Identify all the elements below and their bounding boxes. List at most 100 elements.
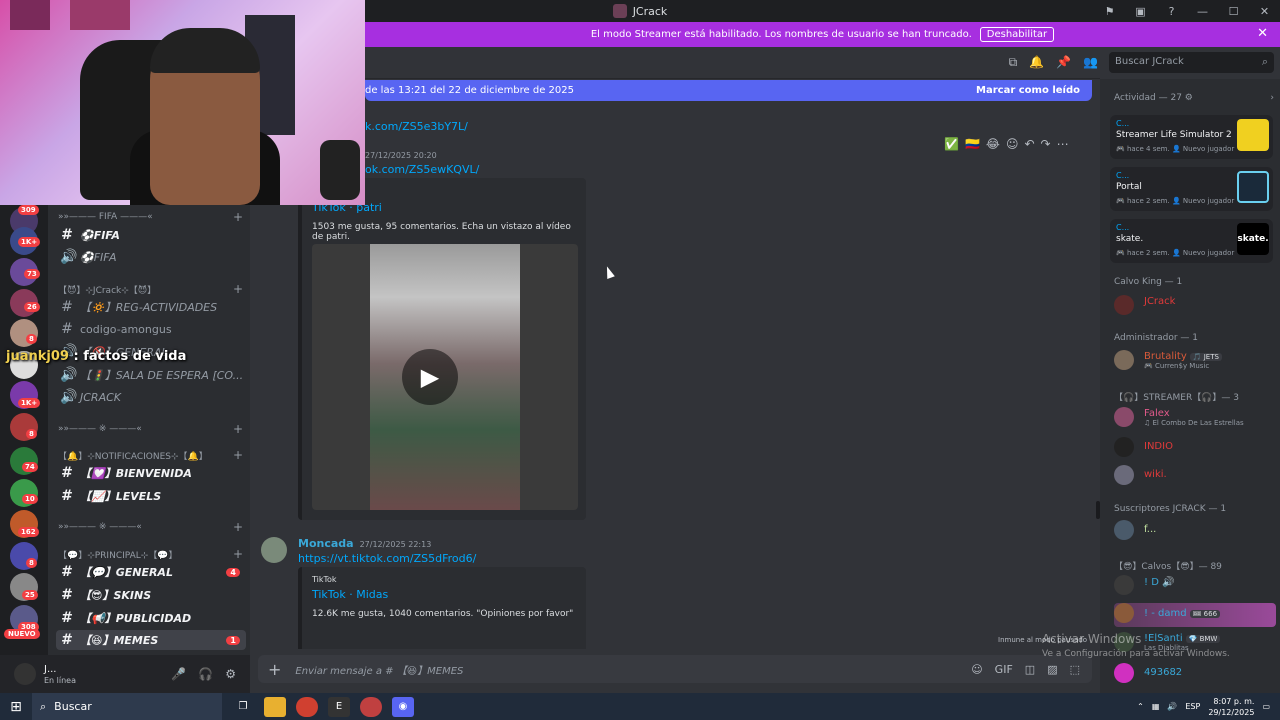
add-channel-icon[interactable]: + bbox=[233, 520, 243, 534]
activity-card[interactable]: C... Portal 🎮 hace 2 sem. 👤 Nuevo jugado… bbox=[1110, 167, 1273, 211]
message-input[interactable]: Enviar mensaje a # 【😆】MEMES bbox=[295, 662, 463, 677]
microphone-icon[interactable]: 🎤 bbox=[171, 667, 186, 681]
windows-start-icon[interactable]: ⊞ bbox=[0, 699, 32, 715]
reaction-check-icon[interactable]: ✅ bbox=[944, 137, 959, 151]
add-channel-icon[interactable]: + bbox=[233, 210, 243, 224]
pin-icon[interactable]: 📌 bbox=[1056, 55, 1071, 70]
channel-item[interactable]: 🔊 JCRACK bbox=[56, 387, 246, 407]
reaction-laugh-icon[interactable]: 😂 bbox=[986, 137, 1000, 151]
category-header[interactable]: 【💬】⊹PRINCIPAL⊹【💬】 + bbox=[58, 547, 243, 561]
minimize-button[interactable]: — bbox=[1187, 0, 1218, 22]
members-icon[interactable]: 👥 bbox=[1083, 55, 1098, 70]
help-icon[interactable]: ? bbox=[1156, 0, 1187, 22]
add-channel-icon[interactable]: + bbox=[233, 448, 243, 462]
add-channel-icon[interactable]: + bbox=[233, 547, 243, 561]
reaction-flag-icon[interactable]: 🇨🇴 bbox=[965, 137, 980, 151]
add-attachment-icon[interactable]: + bbox=[268, 660, 281, 679]
add-channel-icon[interactable]: + bbox=[233, 422, 243, 436]
epic-games-icon[interactable]: E bbox=[328, 696, 350, 717]
search-icon: ⌕ bbox=[40, 699, 47, 713]
file-explorer-icon[interactable] bbox=[264, 696, 286, 717]
category-header[interactable]: »»——— FIFA ———« + bbox=[58, 210, 243, 224]
channel-item[interactable]: 🔊 ⚽FIFA bbox=[56, 247, 246, 267]
avatar[interactable] bbox=[261, 537, 287, 563]
chrome-icon[interactable] bbox=[296, 696, 318, 717]
member-item[interactable]: f... bbox=[1114, 520, 1274, 544]
taskbar-search[interactable]: ⌕ Buscar bbox=[32, 693, 222, 720]
video-player[interactable]: ▶ bbox=[312, 244, 578, 510]
embed-description: 1503 me gusta, 95 comentarios. Echa un v… bbox=[312, 222, 571, 242]
clock[interactable]: 8:07 p. m. 29/12/2025 bbox=[1208, 696, 1254, 718]
stream-chat-overlay: juankj09 : factos de vida bbox=[6, 349, 187, 364]
member-item[interactable]: ! - damd 🎟 666 bbox=[1114, 603, 1276, 627]
channel-item[interactable]: 🔊 【🚦】SALA DE ESPERA [CO... bbox=[56, 365, 246, 385]
monitor-icon[interactable]: ▣ bbox=[1125, 0, 1156, 22]
add-channel-icon[interactable]: + bbox=[233, 282, 243, 296]
new-messages-bar[interactable]: de las 13:21 del 22 de diciembre de 2025… bbox=[365, 80, 1092, 101]
close-button[interactable]: ✕ bbox=[1249, 0, 1280, 22]
message-link[interactable]: k.com/ZS5e3bY7L/ bbox=[365, 120, 468, 133]
avatar[interactable] bbox=[14, 663, 36, 685]
bell-icon[interactable]: 🔔 bbox=[1029, 55, 1044, 70]
server-badge: 8 bbox=[26, 429, 37, 439]
channel-item[interactable]: # 【📈】LEVELS bbox=[56, 486, 246, 506]
sticker-icon[interactable]: ◫ bbox=[1025, 663, 1035, 676]
message-composer[interactable]: + Enviar mensaje a # 【😆】MEMES ☺ GIF ◫ ▨ … bbox=[258, 655, 1092, 683]
channel-item[interactable]: # ⚽FIFA bbox=[56, 225, 246, 245]
apps-icon[interactable]: ⬚ bbox=[1070, 663, 1080, 676]
volume-icon[interactable]: 🔊 bbox=[1167, 702, 1177, 711]
member-item[interactable]: INDIO bbox=[1114, 437, 1274, 461]
text-channel-icon: # bbox=[61, 564, 73, 580]
task-view-icon[interactable]: ❐ bbox=[232, 697, 254, 717]
gear-icon[interactable]: ⚙ bbox=[225, 667, 236, 681]
message-link[interactable]: ok.com/ZS5ewKQVL/ bbox=[365, 163, 479, 176]
member-item[interactable]: wiki. bbox=[1114, 465, 1274, 489]
channel-item[interactable]: # 【😎】SKINS bbox=[56, 585, 246, 605]
message-link[interactable]: https://vt.tiktok.com/ZS5dFrod6/ bbox=[298, 552, 476, 565]
discord-icon[interactable]: ◉ bbox=[392, 696, 414, 717]
activity-card[interactable]: C... skate. 🎮 hace 2 sem. 👤 Nuevo jugado… bbox=[1110, 219, 1273, 263]
forward-icon[interactable]: ↷ bbox=[1041, 137, 1051, 151]
maximize-button[interactable]: ☐ bbox=[1218, 0, 1249, 22]
member-item[interactable]: Brutality 🎵 JETS 🎮 Curren$y Music bbox=[1114, 350, 1274, 374]
channel-item[interactable]: # 【🔅】REG-ACTIVIDADES bbox=[56, 297, 246, 317]
reply-icon[interactable]: ↶ bbox=[1024, 137, 1034, 151]
member-item[interactable]: ! D 🔊 bbox=[1114, 575, 1274, 599]
disable-streamer-button[interactable]: Deshabilitar bbox=[979, 27, 1055, 42]
mark-as-read-button[interactable]: Marcar como leído bbox=[976, 85, 1080, 96]
category-header[interactable]: »»——— ※ ———« + bbox=[58, 520, 243, 534]
member-item[interactable]: Falex ♫ El Combo De Las Estrellas bbox=[1114, 407, 1274, 431]
obs-icon[interactable] bbox=[360, 696, 382, 717]
more-icon[interactable]: ⋯ bbox=[1057, 137, 1069, 151]
message-author[interactable]: Moncada bbox=[298, 537, 354, 550]
headphones-icon[interactable]: 🎧 bbox=[198, 667, 213, 681]
language-indicator[interactable]: ESP bbox=[1185, 702, 1200, 711]
search-input[interactable]: Buscar JCrack ⌕ bbox=[1109, 52, 1274, 73]
play-icon[interactable]: ▶ bbox=[402, 349, 458, 405]
category-header[interactable]: 【😈】⊹JCrack⊹【😈】 + bbox=[58, 282, 243, 296]
network-icon[interactable]: ▦ bbox=[1152, 702, 1160, 711]
channel-item[interactable]: # 【💬】GENERAL 4 bbox=[56, 562, 246, 582]
flag-icon[interactable]: ⚑ bbox=[1094, 0, 1125, 22]
channel-item[interactable]: # 【💟】BIENVENIDA bbox=[56, 463, 246, 483]
chevron-right-icon[interactable]: › bbox=[1270, 93, 1274, 103]
threads-icon[interactable]: ⧉ bbox=[1009, 55, 1018, 70]
channel-item[interactable]: # codigo-amongus bbox=[56, 319, 246, 339]
notification-icon[interactable]: ▭ bbox=[1262, 702, 1270, 711]
member-item[interactable]: 493682 bbox=[1114, 663, 1274, 687]
channel-item[interactable]: # 【📢】PUBLICIDAD bbox=[56, 608, 246, 628]
channel-item-active[interactable]: # 【😆】MEMES 1 bbox=[56, 630, 246, 650]
embed-title[interactable]: TikTok · Midas bbox=[312, 588, 576, 601]
image-icon[interactable]: ▨ bbox=[1047, 663, 1057, 676]
gift-icon[interactable]: ☺ bbox=[971, 663, 982, 676]
category-header[interactable]: 【🔔】⊹NOTIFICACIONES⊹【🔔】 + bbox=[58, 448, 243, 462]
gif-icon[interactable]: GIF bbox=[995, 663, 1013, 676]
link-embed: TikTok · patri 1503 me gusta, 95 comenta… bbox=[298, 178, 586, 520]
close-icon[interactable]: ✕ bbox=[1257, 26, 1268, 41]
member-item[interactable]: JCrack bbox=[1114, 295, 1274, 319]
chat-header: ⧉ 🔔 📌 👥 bbox=[365, 47, 1100, 79]
chevron-up-icon[interactable]: ⌃ bbox=[1137, 702, 1144, 711]
category-header[interactable]: »»——— ※ ———« + bbox=[58, 422, 243, 436]
activity-card[interactable]: C... Streamer Life Simulator 2 🎮 hace 4 … bbox=[1110, 115, 1273, 159]
add-reaction-icon[interactable]: ☺ bbox=[1006, 137, 1019, 151]
